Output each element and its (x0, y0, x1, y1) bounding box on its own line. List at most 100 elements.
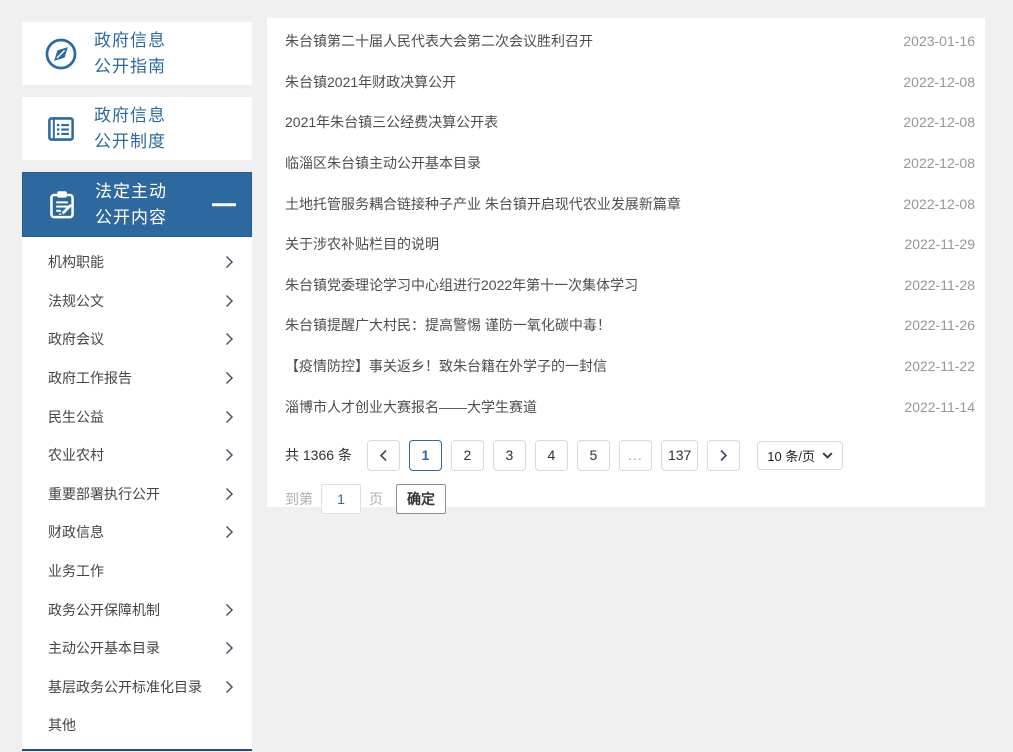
news-date: 2022-12-08 (903, 114, 975, 130)
sidebar-menu-item[interactable]: 业务工作 (22, 552, 252, 591)
total-count-label: 共 1366 条 (285, 445, 352, 465)
goto-suffix-label: 页 (369, 489, 383, 509)
sidebar-menu-item[interactable]: 政务公开保障机制 (22, 590, 252, 629)
page-number-button[interactable]: 4 (535, 440, 568, 471)
sidebar-menu-item[interactable]: 其他 (22, 706, 252, 745)
next-page-button[interactable] (707, 440, 740, 471)
page-buttons: 12345... 137 (409, 440, 698, 471)
chevron-down-icon (822, 452, 833, 459)
menu-item-label: 主动公开基本目录 (48, 638, 160, 658)
chevron-right-icon (225, 680, 234, 694)
news-date: 2022-11-14 (904, 399, 975, 415)
sidebar-menu-item[interactable]: 民生公益 (22, 397, 252, 436)
menu-item-label: 农业农村 (48, 445, 104, 465)
page-size-value: 10 条/页 (767, 446, 815, 465)
compass-icon (42, 35, 80, 73)
news-list-item: 朱台镇提醒广大村民：提高警惕 谨防一氧化碳中毒！ 2022-11-26 (267, 305, 985, 346)
chevron-right-icon (225, 525, 234, 539)
news-list-item: 朱台镇党委理论学习中心组进行2022年第十一次集体学习 2022-11-28 (267, 265, 985, 306)
news-list-item: 关于涉农补贴栏目的说明 2022-11-29 (267, 224, 985, 265)
sidebar-menu-item[interactable]: 农业农村 (22, 436, 252, 475)
menu-item-label: 法规公文 (48, 291, 104, 311)
chevron-right-icon (225, 487, 234, 501)
menu-item-label: 业务工作 (48, 561, 104, 581)
news-title-link[interactable]: 关于涉农补贴栏目的说明 (285, 234, 439, 254)
menu-item-label: 政务公开保障机制 (48, 600, 160, 620)
minus-icon (212, 203, 236, 207)
news-title-link[interactable]: 朱台镇党委理论学习中心组进行2022年第十一次集体学习 (285, 275, 638, 295)
news-list-item: 临淄区朱台镇主动公开基本目录 2022-12-08 (267, 143, 985, 184)
chevron-right-icon (225, 603, 234, 617)
page-number-button[interactable]: 5 (577, 440, 610, 471)
menu-item-label: 民生公益 (48, 407, 104, 427)
sidebar-menu-item[interactable]: 政府工作报告 (22, 359, 252, 398)
news-list-item: 淄博市人才创业大赛报名——大学生赛道 2022-11-14 (267, 386, 985, 427)
page-number-button[interactable]: 137 (661, 440, 698, 471)
page-number-button[interactable]: 3 (493, 440, 526, 471)
news-title-link[interactable]: 土地托管服务耦合链接种子产业 朱台镇开启现代农业发展新篇章 (285, 194, 681, 214)
page-size-select[interactable]: 10 条/页 (757, 441, 843, 470)
sidebar-menu-item[interactable]: 重要部署执行公开 (22, 475, 252, 514)
sidebar-menu-item[interactable]: 机构职能 (22, 243, 252, 282)
news-title-link[interactable]: 临淄区朱台镇主动公开基本目录 (285, 153, 481, 173)
page-number-button[interactable]: ... (619, 440, 652, 471)
news-title-link[interactable]: 朱台镇提醒广大村民：提高警惕 谨防一氧化碳中毒！ (285, 315, 611, 335)
news-list-item: 土地托管服务耦合链接种子产业 朱台镇开启现代农业发展新篇章 2022-12-08 (267, 183, 985, 224)
news-date: 2022-12-08 (903, 196, 975, 212)
menu-item-label: 政府会议 (48, 329, 104, 349)
sidebar-menu-item[interactable]: 政府会议 (22, 320, 252, 359)
goto-prefix-label: 到第 (285, 489, 313, 509)
sidebar-menu: 机构职能 法规公文 政府会议 政府工作报告 民生公益 农业农村 重要部署执行公开 (22, 237, 252, 751)
chevron-right-icon (719, 449, 728, 462)
main-panel: 朱台镇第二十届人民代表大会第二次会议胜利召开 2023-01-16 朱台镇202… (267, 18, 985, 507)
sidebar-menu-item[interactable]: 法规公文 (22, 282, 252, 321)
prev-page-button[interactable] (367, 440, 400, 471)
chevron-right-icon (225, 410, 234, 424)
news-list-item: 2021年朱台镇三公经费决算公开表 2022-12-08 (267, 102, 985, 143)
sidebar: 政府信息 公开指南 政府信息 公开制度 (22, 22, 252, 751)
page: 政府信息 公开指南 政府信息 公开制度 (0, 0, 1013, 752)
news-list-item: 【疫情防控】事关返乡！致朱台籍在外学子的一封信 2022-11-22 (267, 346, 985, 387)
sidebar-menu-item[interactable]: 基层政务公开标准化目录 (22, 668, 252, 707)
chevron-right-icon (225, 294, 234, 308)
news-title-link[interactable]: 【疫情防控】事关返乡！致朱台籍在外学子的一封信 (285, 356, 607, 376)
chevron-right-icon (225, 641, 234, 655)
news-list: 朱台镇第二十届人民代表大会第二次会议胜利召开 2023-01-16 朱台镇202… (267, 21, 985, 427)
pagination: 共 1366 条 12345... 137 10 条/页 (267, 440, 985, 471)
news-date: 2022-12-08 (903, 155, 975, 171)
news-date: 2022-11-28 (904, 277, 975, 293)
news-title-link[interactable]: 朱台镇第二十届人民代表大会第二次会议胜利召开 (285, 31, 593, 51)
menu-item-label: 机构职能 (48, 252, 104, 272)
chevron-right-icon (225, 255, 234, 269)
sidebar-item-disclosure-system[interactable]: 政府信息 公开制度 (22, 97, 252, 160)
menu-item-label: 政府工作报告 (48, 368, 132, 388)
notebook-icon (42, 110, 80, 148)
chevron-right-icon (225, 448, 234, 462)
news-title-link[interactable]: 淄博市人才创业大赛报名——大学生赛道 (285, 397, 537, 417)
chevron-right-icon (225, 332, 234, 346)
page-number-button[interactable]: 2 (451, 440, 484, 471)
menu-item-label: 基层政务公开标准化目录 (48, 677, 202, 697)
news-date: 2022-11-29 (904, 236, 975, 252)
sidebar-item-legal-active-disclosure[interactable]: 法定主动 公开内容 (22, 172, 252, 237)
page-number-button[interactable]: 1 (409, 440, 442, 471)
sidebar-menu-item[interactable]: 财政信息 (22, 513, 252, 552)
news-title-link[interactable]: 2021年朱台镇三公经费决算公开表 (285, 112, 498, 132)
news-date: 2023-01-16 (903, 33, 975, 49)
news-list-item: 朱台镇2021年财政决算公开 2022-12-08 (267, 62, 985, 103)
confirm-button[interactable]: 确定 (396, 484, 446, 514)
clipboard-icon (43, 186, 81, 224)
news-date: 2022-12-08 (903, 74, 975, 90)
menu-item-label: 其他 (48, 715, 76, 735)
sidebar-item-label: 政府信息 公开指南 (94, 28, 166, 80)
sidebar-menu-item[interactable]: 主动公开基本目录 (22, 629, 252, 668)
chevron-left-icon (379, 449, 388, 462)
news-list-item: 朱台镇第二十届人民代表大会第二次会议胜利召开 2023-01-16 (267, 21, 985, 62)
news-date: 2022-11-26 (904, 317, 975, 333)
sidebar-item-disclosure-guide[interactable]: 政府信息 公开指南 (22, 22, 252, 85)
sidebar-item-label: 政府信息 公开制度 (94, 103, 166, 155)
news-date: 2022-11-22 (904, 358, 975, 374)
goto-page-input[interactable] (321, 484, 361, 514)
news-title-link[interactable]: 朱台镇2021年财政决算公开 (285, 72, 456, 92)
goto-row: 到第 页 确定 (267, 484, 985, 514)
